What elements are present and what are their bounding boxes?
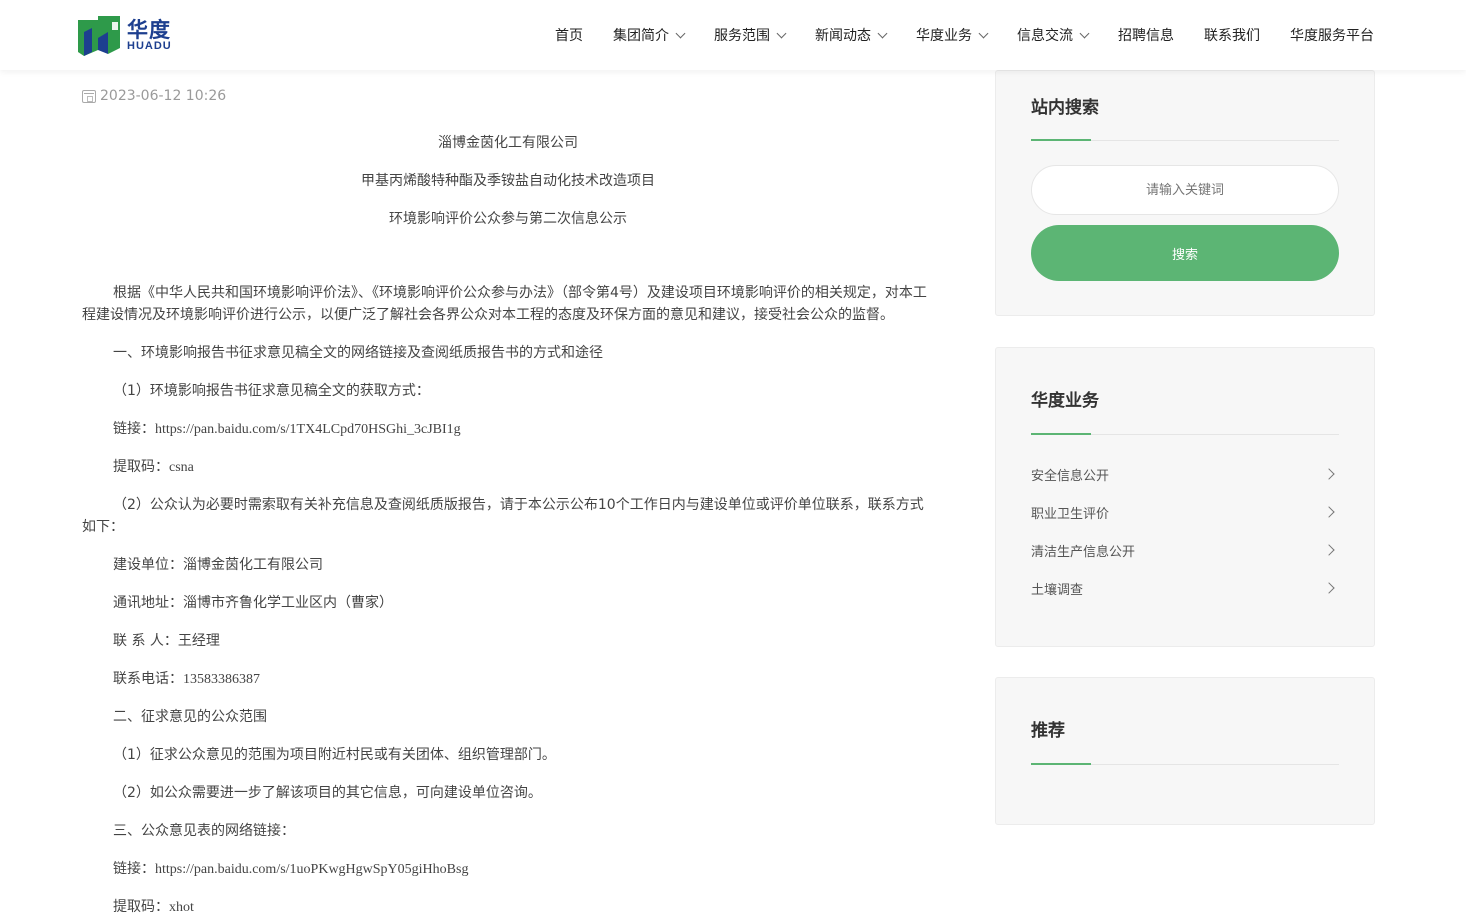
code-label: 提取码： xyxy=(113,899,169,915)
nav-label: 华度业务 xyxy=(916,28,972,44)
business-item-label: 安全信息公开 xyxy=(1031,468,1110,484)
nav-item-service-platform[interactable]: 华度服务平台 xyxy=(1290,25,1374,45)
code-2: xhot xyxy=(169,900,194,915)
nav-label: 首页 xyxy=(555,28,583,44)
link-1-row: 链接：https://pan.baidu.com/s/1TX4LCpd70HSG… xyxy=(82,418,934,441)
chevron-right-icon xyxy=(1323,544,1335,556)
phone-number: 13583386387 xyxy=(183,672,260,687)
recommend-card-title: 推荐 xyxy=(1031,721,1065,741)
section-1-item-1: （1）环境影响报告书征求意见稿全文的获取方式： xyxy=(113,383,430,399)
date-text: 2023-06-12 10:26 xyxy=(100,88,227,104)
business-item-label: 职业卫生评价 xyxy=(1031,506,1110,522)
business-card: 华度业务 安全信息公开 职业卫生评价 清洁生产信息公开 土壤调查 xyxy=(995,347,1375,647)
nav-label: 招聘信息 xyxy=(1118,28,1174,44)
search-input[interactable] xyxy=(1031,165,1339,215)
search-card-title: 站内搜索 xyxy=(1031,98,1099,118)
nav-item-news[interactable]: 新闻动态 xyxy=(815,25,888,45)
nav-item-contact[interactable]: 联系我们 xyxy=(1204,25,1260,45)
code-1-row: 提取码：csna xyxy=(82,456,934,479)
section-3-title: 三、公众意见表的网络链接： xyxy=(113,823,295,839)
main-nav: 首页 集团简介 服务范围 新闻动态 华度业务 信息交流 招聘信息 联系我们 华度… xyxy=(525,0,1374,70)
chevron-down-icon xyxy=(978,28,989,38)
article-title-line-1: 淄博金茵化工有限公司 xyxy=(438,135,578,151)
business-card-title: 华度业务 xyxy=(1031,391,1099,411)
code-1: csna xyxy=(169,460,194,475)
article-title-line-2: 甲基丙烯酸特种酯及季铵盐自动化技术改造项目 xyxy=(361,173,655,189)
link-label: 链接： xyxy=(113,421,155,437)
business-item-clean-production[interactable]: 清洁生产信息公开 xyxy=(1031,538,1339,562)
section-2-title: 二、征求意见的公众范围 xyxy=(113,709,267,725)
section-2-item-2: （2）如公众需要进一步了解该项目的其它信息，可向建设单位咨询。 xyxy=(113,785,542,801)
business-item-soil-survey[interactable]: 土壤调查 xyxy=(1031,576,1339,600)
nav-label: 信息交流 xyxy=(1017,28,1073,44)
article-title-line-3: 环境影响评价公众参与第二次信息公示 xyxy=(389,211,627,227)
code-2-row: 提取码：xhot xyxy=(82,896,934,919)
link-2-row: 链接：https://pan.baidu.com/s/1uoPKwgHgwSpY… xyxy=(82,858,934,881)
search-card: 站内搜索 搜索 xyxy=(995,70,1375,316)
article-date: 2023-06-12 10:26 xyxy=(82,88,226,104)
site-header: 华度 HUADU 首页 集团简介 服务范围 新闻动态 华度业务 信息交流 招聘信… xyxy=(0,0,1466,70)
business-item-label: 土壤调查 xyxy=(1031,582,1084,598)
nav-label: 新闻动态 xyxy=(815,28,871,44)
chevron-right-icon xyxy=(1323,468,1335,480)
nav-item-info-exchange[interactable]: 信息交流 xyxy=(1017,25,1090,45)
business-item-occupational-health[interactable]: 职业卫生评价 xyxy=(1031,500,1339,524)
divider xyxy=(1031,433,1339,435)
contact-info: 联 系 人：王经理 xyxy=(113,633,220,649)
code-label: 提取码： xyxy=(113,459,169,475)
article-intro: 根据《中华人民共和国环境影响评价法》、《环境影响评价公众参与办法》（部令第4号）… xyxy=(82,285,927,323)
link-1[interactable]: https://pan.baidu.com/s/1TX4LCpd70HSGhi_… xyxy=(155,422,461,437)
nav-label: 华度服务平台 xyxy=(1290,28,1374,44)
recommend-card: 推荐 xyxy=(995,677,1375,825)
section-2-item-1: （1）征求公众意见的范围为项目附近村民或有关团体、组织管理部门。 xyxy=(113,747,556,763)
link-label: 链接： xyxy=(113,861,155,877)
nav-label: 联系我们 xyxy=(1204,28,1260,44)
site-logo[interactable]: 华度 HUADU xyxy=(78,14,188,56)
phone-row: 联系电话：13583386387 xyxy=(82,668,934,691)
nav-item-about[interactable]: 集团简介 xyxy=(613,25,686,45)
chevron-right-icon xyxy=(1323,506,1335,518)
search-button[interactable]: 搜索 xyxy=(1031,225,1339,281)
nav-label: 服务范围 xyxy=(714,28,770,44)
nav-item-business[interactable]: 华度业务 xyxy=(916,25,989,45)
nav-item-services[interactable]: 服务范围 xyxy=(714,25,787,45)
calendar-icon xyxy=(82,89,96,103)
chevron-down-icon xyxy=(1079,28,1090,38)
phone-label: 联系电话： xyxy=(113,671,183,687)
logo-text-en: HUADU xyxy=(127,40,172,52)
divider xyxy=(1031,139,1339,141)
section-1-item-2: （2）公众认为必要时需索取有关补充信息及查阅纸质版报告，请于本公示公布10个工作… xyxy=(82,497,924,535)
chevron-down-icon xyxy=(675,28,686,38)
business-item-label: 清洁生产信息公开 xyxy=(1031,544,1136,560)
chevron-down-icon xyxy=(776,28,787,38)
divider xyxy=(1031,763,1339,765)
chevron-right-icon xyxy=(1323,582,1335,594)
link-2[interactable]: https://pan.baidu.com/s/1uoPKwgHgwSpY05g… xyxy=(155,862,468,877)
nav-label: 集团简介 xyxy=(613,28,669,44)
nav-item-recruitment[interactable]: 招聘信息 xyxy=(1118,25,1174,45)
section-1-title: 一、环境影响报告书征求意见稿全文的网络链接及查阅纸质报告书的方式和途径 xyxy=(113,345,603,361)
address-info: 通讯地址：淄博市齐鲁化学工业区内（曹家） xyxy=(113,595,393,611)
business-item-safety-info[interactable]: 安全信息公开 xyxy=(1031,462,1339,486)
logo-mark-icon xyxy=(78,16,120,56)
builder-info: 建设单位：淄博金茵化工有限公司 xyxy=(113,557,323,573)
nav-item-home[interactable]: 首页 xyxy=(555,25,583,45)
chevron-down-icon xyxy=(877,28,888,38)
